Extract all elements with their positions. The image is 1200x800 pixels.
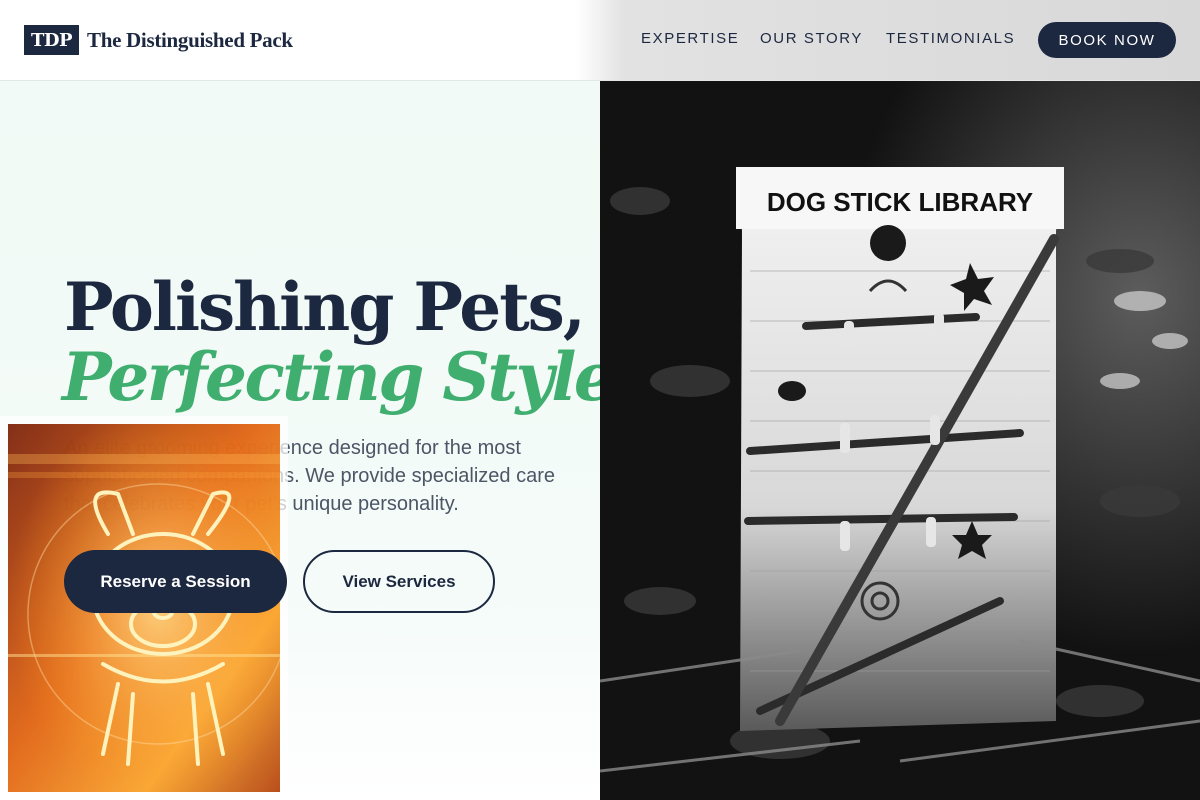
sign-text: DOG STICK LIBRARY	[767, 187, 1033, 217]
nav-expertise[interactable]: EXPERTISE	[641, 30, 739, 47]
view-services-button[interactable]: View Services	[303, 550, 495, 613]
dog-stick-library-photo: DOG STICK LIBRARY	[600, 81, 1200, 800]
logo-badge[interactable]: TDP	[24, 25, 79, 55]
hero-headline-line-1: Polishing Pets,	[64, 268, 586, 346]
nav-testimonials[interactable]: TESTIMONIALS	[886, 30, 1015, 47]
brand-name[interactable]: The Distinguished Pack	[87, 28, 293, 53]
hero-photo: DOG STICK LIBRARY	[600, 81, 1200, 800]
hero-headline-line-2: Perfecting Style.	[62, 338, 636, 416]
reserve-session-button[interactable]: Reserve a Session	[64, 550, 287, 613]
nav-our-story[interactable]: OUR STORY	[760, 30, 863, 47]
book-now-button[interactable]: BOOK NOW	[1038, 22, 1176, 58]
site-header: TDP The Distinguished Pack EXPERTISE OUR…	[0, 0, 1200, 81]
